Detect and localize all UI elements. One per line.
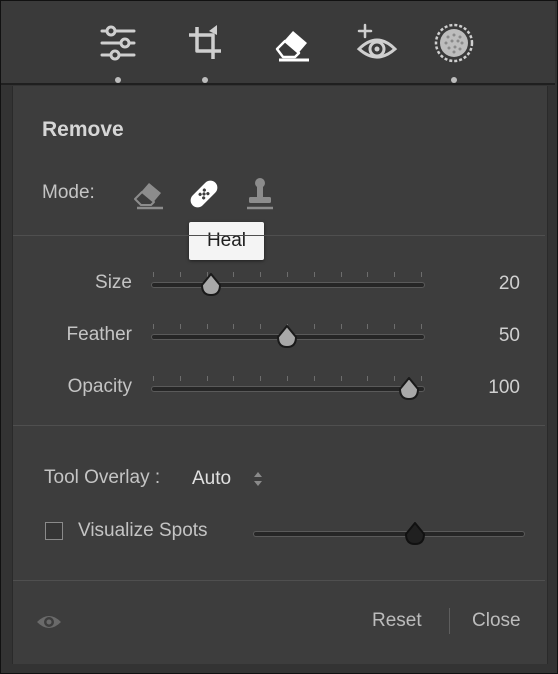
top-toolbar: [1, 1, 555, 85]
remove-panel: [12, 86, 548, 664]
red-eye-icon[interactable]: [353, 19, 401, 67]
close-button[interactable]: Close: [472, 610, 521, 632]
slider-tick: [394, 324, 396, 329]
crop-indicator-dot: [202, 77, 208, 83]
sliders-indicator-dot: [115, 77, 121, 83]
slider-tick: [153, 376, 154, 381]
slider-tick: [367, 376, 369, 381]
divider: [13, 580, 545, 581]
slider-label: Feather: [66, 324, 132, 345]
divider: [13, 425, 545, 426]
visualize-spots-slider-thumb[interactable]: [404, 522, 426, 546]
slider-tick: [313, 324, 315, 329]
slider-track[interactable]: [151, 386, 425, 392]
slider-track[interactable]: [151, 282, 425, 288]
sliders-icon[interactable]: [94, 19, 142, 67]
slider-tick: [394, 272, 396, 277]
slider-tick: [233, 376, 235, 381]
footer-separator: [449, 608, 450, 634]
slider-tick: [233, 324, 235, 329]
slider-tick: [206, 376, 208, 381]
slider-tick: [260, 376, 262, 381]
mode-label: Mode:: [42, 182, 95, 203]
eye-icon[interactable]: [36, 612, 62, 637]
eraser-icon[interactable]: [267, 19, 315, 67]
heal-bandage-icon[interactable]: [184, 174, 224, 214]
slider-tick: [153, 272, 154, 277]
visualize-spots-slider-track[interactable]: [253, 531, 525, 537]
mask-indicator-dot: [451, 77, 457, 83]
slider-tick: [421, 376, 422, 381]
slider-tick: [153, 324, 154, 329]
slider-value: 50: [498, 325, 520, 346]
slider-thumb[interactable]: [200, 273, 222, 297]
clone-stamp-icon[interactable]: [240, 174, 280, 214]
slider-tick: [313, 272, 315, 277]
slider-tick: [233, 272, 235, 277]
slider-tick: [367, 324, 369, 329]
slider-tick: [394, 376, 396, 381]
heal-tooltip: Heal: [189, 222, 264, 260]
divider: [13, 235, 545, 236]
slider-label: Opacity: [67, 376, 132, 397]
slider-tick: [421, 272, 422, 277]
slider-tick: [260, 272, 262, 277]
slider-tick: [340, 324, 342, 329]
tool-overlay-select[interactable]: Auto: [192, 468, 231, 490]
slider-tick: [260, 324, 262, 329]
content-aware-remove-eraser-icon[interactable]: [128, 174, 168, 214]
slider-tick: [340, 376, 342, 381]
tool-overlay-label: Tool Overlay :: [44, 467, 161, 488]
visualize-spots-label: Visualize Spots: [78, 520, 208, 541]
crop-icon[interactable]: [181, 19, 229, 67]
slider-tick: [179, 272, 181, 277]
reset-button[interactable]: Reset: [372, 610, 422, 632]
slider-thumb[interactable]: [398, 377, 420, 401]
visualize-spots-checkbox[interactable]: [45, 522, 63, 540]
mask-circle-icon[interactable]: [430, 19, 478, 67]
panel-title: Remove: [42, 118, 124, 141]
updown-arrows-icon[interactable]: [252, 470, 264, 488]
slider-tick: [287, 376, 288, 381]
slider-tick: [367, 272, 369, 277]
slider-tick: [340, 272, 342, 277]
slider-tick: [421, 324, 422, 329]
slider-tick: [313, 376, 315, 381]
slider-tick: [179, 376, 181, 381]
slider-value: 100: [488, 377, 520, 398]
slider-thumb[interactable]: [276, 325, 298, 349]
slider-tick: [287, 272, 288, 277]
slider-tick: [206, 324, 208, 329]
slider-value: 20: [498, 273, 520, 294]
slider-label: Size: [95, 272, 132, 293]
slider-tick: [179, 324, 181, 329]
